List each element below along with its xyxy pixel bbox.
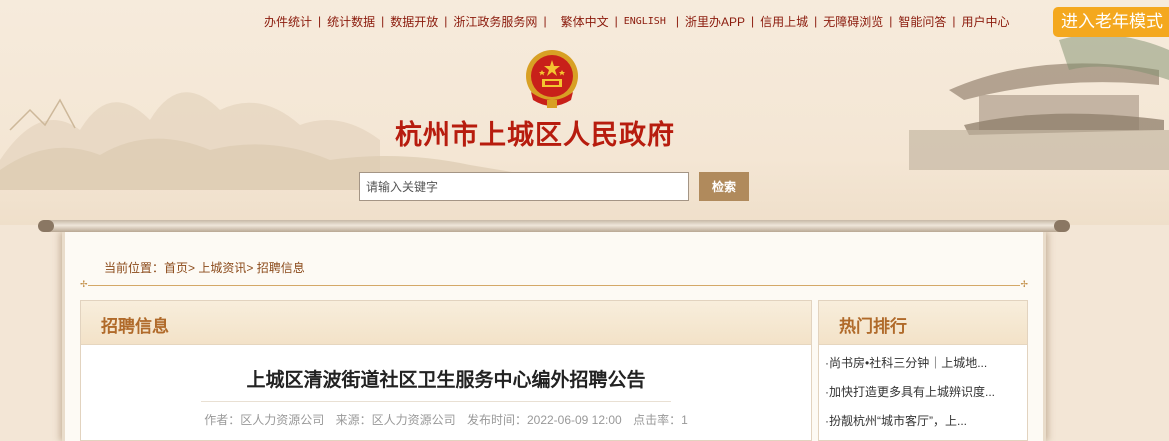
nav-item-stats-data[interactable]: 统计数据 <box>327 13 375 30</box>
breadcrumb-home[interactable]: 首页 <box>164 261 188 275</box>
nav-separator: | <box>814 14 818 28</box>
section-title: 招聘信息 <box>101 317 169 337</box>
nav-item-english[interactable]: ENGLISH <box>624 16 666 27</box>
nav-item-open-data[interactable]: 数据开放 <box>390 13 438 30</box>
search-input[interactable] <box>359 172 689 201</box>
nav-separator: | <box>318 14 322 28</box>
nav-item-zhelibanapp[interactable]: 浙里办APP <box>685 13 745 30</box>
hot-ranking-item[interactable]: ·扮靓杭州“城市客厅”，上... <box>825 411 1021 440</box>
article-title: 上城区清波街道社区卫生服务中心编外招聘公告 <box>246 369 646 391</box>
article-author: 作者：区人力资源公司 <box>204 413 325 427</box>
nav-separator: | <box>675 14 679 28</box>
nav-item-accessibility[interactable]: 无障碍浏览 <box>823 13 883 30</box>
divider-line <box>88 285 1020 286</box>
nav-item-zhejiang-service[interactable]: 浙江政务服务网 <box>453 13 537 30</box>
article-click-rate: 点击率：1 <box>633 413 688 427</box>
article-panel: 招聘信息 上城区清波街道社区卫生服务中心编外招聘公告 作者：区人力资源公司 来源… <box>80 300 812 441</box>
divider-ornament-icon: ✢ <box>1020 280 1028 290</box>
nav-separator: | <box>444 14 448 28</box>
nav-item-user-center[interactable]: 用户中心 <box>962 13 1010 30</box>
ornamental-divider: ✢ ✢ <box>80 280 1028 290</box>
top-navigation: 办件统计 | 统计数据 | 数据开放 | 浙江政务服务网 | 繁体中文 | EN… <box>264 12 1010 30</box>
hot-ranking-item[interactable]: ·加快打造更多具有上城辨识度... <box>825 382 1021 411</box>
nav-separator: | <box>751 14 755 28</box>
article-publish-time: 发布时间：2022-06-09 12:00 <box>466 413 622 427</box>
divider-ornament-icon: ✢ <box>80 280 88 290</box>
pavilion-illustration <box>909 34 1169 170</box>
search-button[interactable]: 检索 <box>699 172 749 201</box>
nav-item-credit[interactable]: 信用上城 <box>760 13 808 30</box>
site-title: 杭州市上城区人民政府 <box>395 120 675 151</box>
article-meta: 作者：区人力资源公司 来源：区人力资源公司 发布时间：2022-06-09 12… <box>81 411 811 428</box>
rod-cap-right <box>1054 220 1070 232</box>
breadcrumb: 当前位置：首页> 上城资讯> 招聘信息 <box>104 259 305 276</box>
nav-item-stats-office[interactable]: 办件统计 <box>264 13 312 30</box>
article-source: 来源：区人力资源公司 <box>335 413 456 427</box>
nav-item-smart-qa[interactable]: 智能问答 <box>898 13 946 30</box>
hot-ranking-list: ·尚书房•社科三分钟｜上城地... ·加快打造更多具有上城辨识度... ·扮靓杭… <box>825 353 1021 440</box>
hot-ranking-item[interactable]: ·尚书房•社科三分钟｜上城地... <box>825 353 1021 382</box>
nav-separator: | <box>952 14 956 28</box>
nav-separator: | <box>889 14 893 28</box>
nav-separator: | <box>381 14 385 28</box>
nav-separator: | <box>543 14 547 28</box>
hot-ranking-title: 热门排行 <box>839 317 907 337</box>
hot-ranking-panel: 热门排行 ·尚书房•社科三分钟｜上城地... ·加快打造更多具有上城辨识度...… <box>818 300 1028 441</box>
nav-separator: | <box>614 14 618 28</box>
breadcrumb-separator: > <box>246 261 254 275</box>
breadcrumb-separator: > <box>188 261 196 275</box>
site-header: 办件统计 | 统计数据 | 数据开放 | 浙江政务服务网 | 繁体中文 | EN… <box>0 0 1169 225</box>
rod-cap-left <box>38 220 54 232</box>
nav-item-traditional-chinese[interactable]: 繁体中文 <box>561 13 609 30</box>
hot-ranking-header: 热门排行 <box>819 301 1027 345</box>
article-panel-header: 招聘信息 <box>81 301 811 345</box>
scroll-rod-decoration <box>38 220 1070 232</box>
article-title-rule <box>201 401 671 402</box>
breadcrumb-news[interactable]: 上城资讯 <box>198 261 246 275</box>
breadcrumb-prefix: 当前位置： <box>104 261 165 275</box>
elder-mode-button[interactable]: 进入老年模式 <box>1053 7 1169 37</box>
national-emblem-icon <box>526 50 578 108</box>
breadcrumb-current[interactable]: 招聘信息 <box>257 261 305 275</box>
